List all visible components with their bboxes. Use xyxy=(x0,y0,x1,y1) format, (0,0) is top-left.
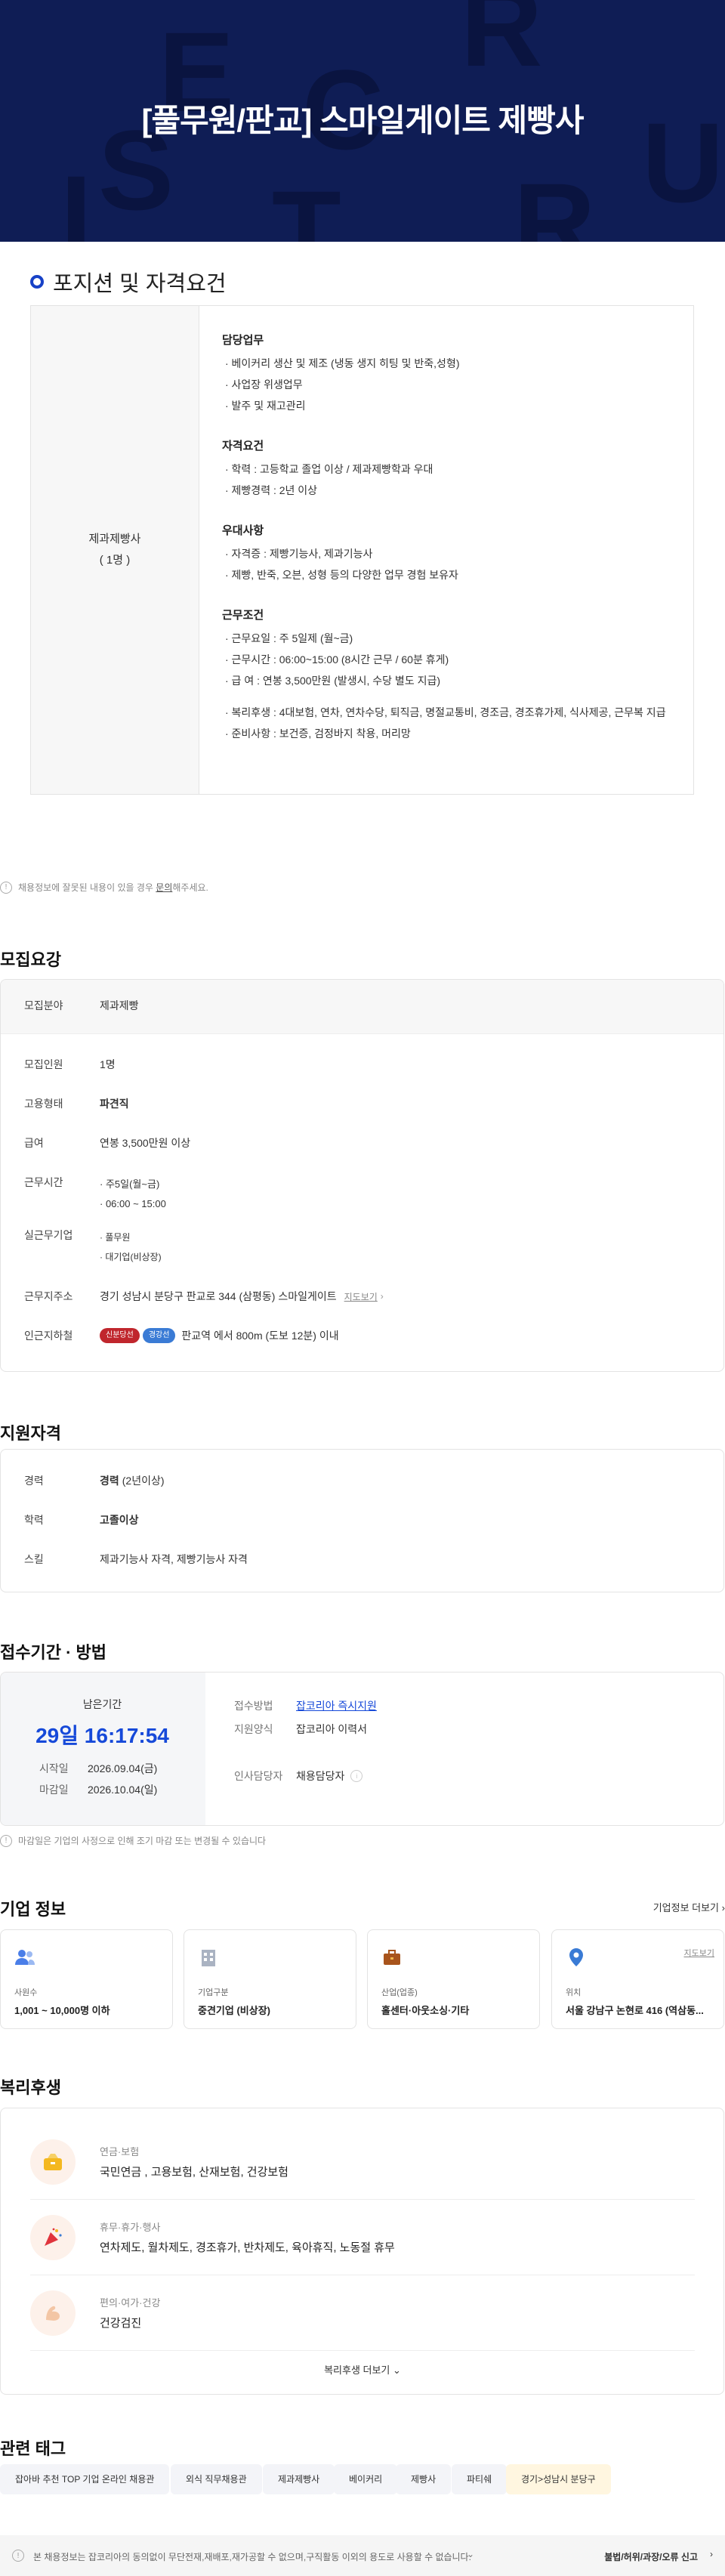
party-icon xyxy=(30,2215,76,2260)
report-link[interactable]: 불법/허위/과장/오류 신고 xyxy=(604,2550,698,2563)
qualify-heading: 지원자격 xyxy=(0,1424,61,1443)
benefit-item: 연금·보험 국민연금 , 고용보험, 산재보험, 건강보험 xyxy=(30,2124,695,2200)
apply-form-row: 지원양식 잡코리아 이력서 xyxy=(234,1723,368,1735)
info-icon[interactable]: i xyxy=(350,1770,363,1782)
hero-letter-decor: I xyxy=(60,152,92,242)
remain-label: 남은기간 xyxy=(82,1698,122,1710)
position-headcount: ( 1명 ) xyxy=(99,554,131,567)
benefit-item: 편의·여가·건강 건강검진 xyxy=(30,2275,695,2351)
job-hero-banner: E R C S U I R T [풀무원/판교] 스마일게이트 제빵사 xyxy=(0,0,725,242)
requirements-group: 자격요건 · 학력 : 고등학교 졸업 이상 / 제과제빵학과 우대 · 제빵경… xyxy=(222,440,433,496)
deadline-notice: ! 마감일은 기업의 사정으로 인해 조기 마감 또는 변경될 수 있습니다 xyxy=(0,1834,266,1847)
remain-countdown: 29일 16:17:54 xyxy=(35,1724,169,1747)
tag-item[interactable]: 잡아바 추천 TOP 기업 온라인 채용관 xyxy=(0,2464,170,2494)
preferred-group: 우대사항 · 자격증 : 제빵기능사, 제과기능사 · 제빵, 반죽, 오븐, … xyxy=(222,524,458,581)
subway-line-badge: 경강선 xyxy=(142,1328,176,1343)
start-date-row: 시작일 2026.09.04(금) xyxy=(39,1762,158,1774)
info-icon: ! xyxy=(0,881,12,894)
inquiry-link[interactable]: 문의 xyxy=(156,881,172,894)
hero-letter-decor: R xyxy=(461,0,543,90)
chevron-right-icon: › xyxy=(710,2549,713,2559)
position-details: 담당업무 · 베이커리 생산 및 제조 (냉동 생지 히팅 및 반죽,성형) ·… xyxy=(199,306,689,794)
position-name-cell: 제과제빵사 ( 1명 ) xyxy=(31,306,199,794)
corp-card-employees: 사원수 1,001 ~ 10,000명 이하 xyxy=(0,1929,173,2029)
hero-letter-decor: T xyxy=(272,167,341,242)
hr-manager-row: 인사담당자 채용담당자 i xyxy=(234,1768,369,1784)
instant-apply-link[interactable]: 잡코리아 즉시지원 xyxy=(296,1698,377,1713)
hero-letter-decor: R xyxy=(514,159,596,242)
conditions-group: 근무조건 · 근무요일 : 주 5일제 (월~금) · 근무시간 : 06:00… xyxy=(222,609,666,740)
footer-bar: ! 본 채용정보는 잡코리아의 동의없이 무단전재,재배포,재가공할 수 없으며… xyxy=(0,2535,725,2576)
chevron-down-icon: ⌄ xyxy=(393,2364,401,2376)
tag-item[interactable]: 외식 직무채용관 xyxy=(171,2464,262,2494)
qualify-skill-row: 스킬 제과기능사 자격, 제빵기능사 자격 xyxy=(24,1553,248,1565)
position-heading: 포지션 및 자격요건 xyxy=(30,266,227,298)
recruit-hours-row: 근무시간 · 주5일(월~금) · 06:00 ~ 15:00 xyxy=(24,1176,166,1209)
recruit-field-row: 모집분야 제과제빵 xyxy=(24,999,139,1012)
map-link[interactable]: 지도보기 xyxy=(344,1290,378,1303)
job-title: [풀무원/판교] 스마일게이트 제빵사 xyxy=(141,103,585,138)
duties-group: 담당업무 · 베이커리 생산 및 제조 (냉동 생지 히팅 및 반죽,성형) ·… xyxy=(222,334,460,412)
info-icon: ! xyxy=(12,2550,24,2562)
benefit-item: 휴무·휴가·행사 연차제도, 월차제도, 경조휴가, 반차제도, 육아휴직, 노… xyxy=(30,2200,695,2275)
recruit-type-row: 고용형태 파견직 xyxy=(24,1098,129,1110)
tags-heading: 관련 태그 xyxy=(0,2439,66,2458)
corp-map-link[interactable]: 지도보기 xyxy=(684,1947,714,1959)
briefcase-icon xyxy=(381,1947,404,1969)
piggy-icon xyxy=(30,2139,76,2185)
circle-icon xyxy=(30,275,44,289)
info-icon: ! xyxy=(0,1834,12,1847)
apply-heading: 접수기간 · 방법 xyxy=(0,1643,106,1662)
report-notice: ! 채용정보에 잘못된 내용이 있을 경우 문의 해주세요. xyxy=(0,881,208,894)
qualify-edu-row: 학력 고졸이상 xyxy=(24,1514,139,1526)
tag-item[interactable]: 경기>성남시 분당구 xyxy=(506,2464,611,2494)
recruit-subway-row: 인근지하철 신분당선 경강선 판교역 에서 800m (도보 12분) 이내 xyxy=(24,1328,339,1343)
corp-card-type: 기업구분 중견기업 (비상장) xyxy=(184,1929,356,2029)
pin-icon xyxy=(566,1947,588,1969)
corp-heading: 기업 정보 xyxy=(0,1900,66,1919)
benefit-heading: 복리후생 xyxy=(0,2078,61,2097)
position-table: 제과제빵사 ( 1명 ) 담당업무 · 베이커리 생산 및 제조 (냉동 생지 … xyxy=(30,305,694,795)
qualify-career-row: 경력 경력 (2년이상) xyxy=(24,1475,165,1487)
corp-card-location: 지도보기 위치 서울 강남구 논현로 416 (역삼동... xyxy=(551,1929,724,2029)
chevron-right-icon: › xyxy=(721,1902,725,1913)
muscle-icon xyxy=(30,2290,76,2336)
apply-method-row: 접수방법 잡코리아 즉시지원 xyxy=(234,1698,377,1713)
footer-copyright: 본 채용정보는 잡코리아의 동의없이 무단전재,재배포,재가공할 수 없으며,구… xyxy=(33,2552,471,2562)
recruit-company-row: 실근무기업 · 풀무원 · 대기업(비상장) xyxy=(24,1229,162,1262)
chevron-right-icon: › xyxy=(380,1291,384,1302)
benefit-more-button[interactable]: 복리후생 더보기 ⌄ xyxy=(0,2362,725,2377)
recruit-address-row: 근무지주소 경기 성남시 분당구 판교로 344 (삼평동) 스마일게이트 지도… xyxy=(24,1290,384,1303)
tag-item[interactable]: 제빵사 xyxy=(396,2464,452,2494)
people-icon xyxy=(14,1947,37,1969)
subway-line-badge: 신분당선 xyxy=(100,1328,140,1343)
tag-item[interactable]: 파티쉐 xyxy=(452,2464,508,2494)
recruit-heading: 모집요강 xyxy=(0,950,61,969)
corp-card-industry: 산업(업종) 홀센터·아웃소싱·기타 xyxy=(367,1929,540,2029)
position-job-name: 제과제빵사 xyxy=(88,533,141,545)
end-date-row: 마감일 2026.10.04(일) xyxy=(39,1784,158,1796)
tag-item[interactable]: 제과제빵사 xyxy=(263,2464,335,2494)
tag-item[interactable]: 베이커리 xyxy=(334,2464,398,2494)
recruit-headcount-row: 모집인원 1명 xyxy=(24,1058,116,1070)
building-icon xyxy=(198,1947,221,1969)
corp-more-link[interactable]: 기업정보 더보기 › xyxy=(653,1900,725,1914)
recruit-salary-row: 급여 연봉 3,500만원 이상 xyxy=(24,1137,191,1149)
chevron-down-icon[interactable]: ⌄ xyxy=(467,2549,474,2559)
